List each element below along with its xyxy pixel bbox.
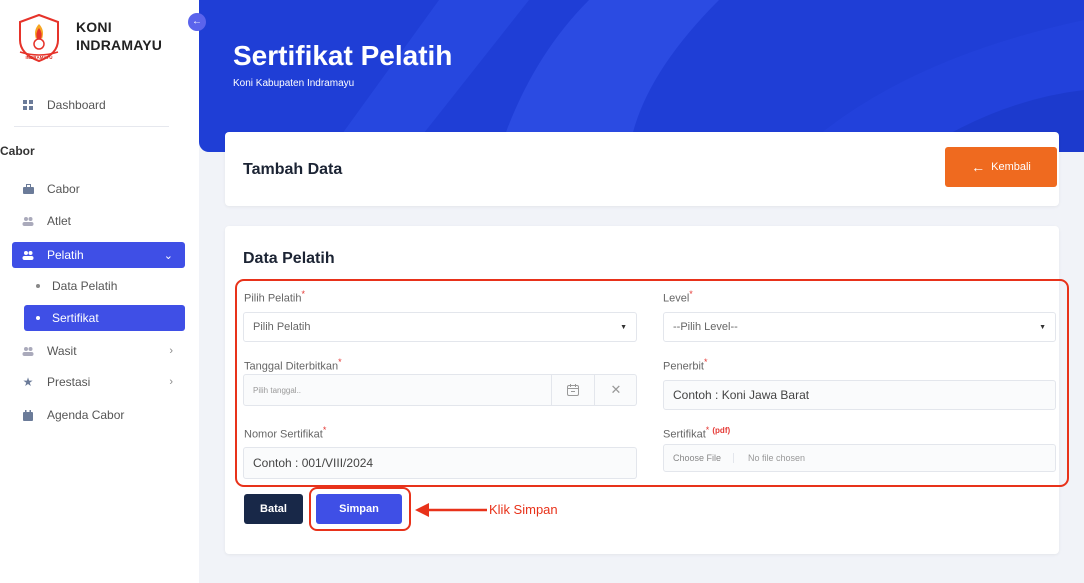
calendar-icon [22, 409, 34, 421]
back-button[interactable]: ← Kembali [945, 147, 1057, 187]
page-header: Sertifikat Pelatih Koni Kabupaten Indram… [199, 0, 1084, 152]
svg-text:INDRAMAYU: INDRAMAYU [25, 55, 52, 60]
arrow-left-icon: ← [971, 159, 986, 175]
users-icon [22, 345, 34, 357]
sidebar-subitem-label: Sertifikat [52, 311, 99, 325]
sidebar-subitem-label: Data Pelatih [52, 279, 118, 293]
sidebar-item-dashboard[interactable]: Dashboard [12, 92, 185, 118]
sidebar-item-atlet[interactable]: Atlet [12, 208, 185, 234]
annotation-label: Klik Simpan [489, 502, 558, 517]
sidebar-item-label: Agenda Cabor [47, 408, 125, 422]
cancel-button[interactable]: Batal [244, 494, 303, 524]
back-button-label: Kembali [991, 161, 1031, 173]
page-title: Sertifikat Pelatih [233, 40, 453, 71]
brand[interactable]: INDRAMAYU KONI INDRAMAYU [14, 12, 162, 64]
sidebar-item-cabor[interactable]: Cabor [12, 176, 185, 202]
sidebar-item-wasit[interactable]: Wasit › [12, 338, 185, 364]
chevron-right-icon: › [169, 345, 173, 357]
bullet-icon [36, 316, 40, 320]
tambah-data-card: Tambah Data ← Kembali [225, 132, 1059, 206]
sidebar-subitem-sertifikat[interactable]: Sertifikat [24, 305, 185, 331]
card-title: Tambah Data [243, 161, 343, 178]
form-highlight-box [235, 279, 1069, 487]
collapse-sidebar-button[interactable]: ← [188, 13, 206, 31]
bullet-icon [36, 284, 40, 288]
chevron-right-icon: › [169, 376, 173, 388]
sidebar-item-label: Dashboard [47, 98, 106, 112]
brand-line1: KONI [76, 19, 112, 35]
koni-logo: INDRAMAYU [19, 13, 59, 63]
sidebar: INDRAMAYU KONI INDRAMAYU Dashboard Cabor… [0, 0, 199, 583]
form-title: Data Pelatih [243, 250, 335, 267]
users-icon [22, 249, 34, 261]
star-icon: ★ [22, 375, 34, 389]
sidebar-item-agenda-cabor[interactable]: Agenda Cabor [12, 402, 185, 428]
users-icon [22, 215, 34, 227]
sidebar-item-label: Cabor [47, 182, 80, 196]
sidebar-item-prestasi[interactable]: ★ Prestasi › [12, 369, 185, 395]
grid-icon [22, 99, 34, 111]
sidebar-item-label: Wasit [47, 344, 77, 358]
page-subtitle: Koni Kabupaten Indramayu [233, 78, 355, 89]
header-background [329, 0, 1084, 152]
data-pelatih-card: Data Pelatih Pilih Pelatih* Pilih Pelati… [225, 226, 1069, 554]
brand-name: KONI INDRAMAYU [76, 18, 162, 54]
sidebar-item-label: Prestasi [47, 375, 91, 389]
sidebar-item-pelatih[interactable]: Pelatih ⌄ [12, 242, 185, 268]
sidebar-item-label: Atlet [47, 214, 72, 228]
annotation-arrow-icon [415, 503, 487, 517]
sidebar-subitem-data-pelatih[interactable]: Data Pelatih [24, 273, 185, 299]
sidebar-item-label: Pelatih [47, 248, 84, 262]
briefcase-icon [22, 183, 34, 195]
sidebar-section-label: Cabor [0, 144, 35, 158]
sidebar-divider [14, 126, 169, 127]
chevron-down-icon: ⌄ [163, 249, 173, 262]
save-highlight-box [309, 487, 411, 531]
brand-line2: INDRAMAYU [76, 37, 163, 53]
